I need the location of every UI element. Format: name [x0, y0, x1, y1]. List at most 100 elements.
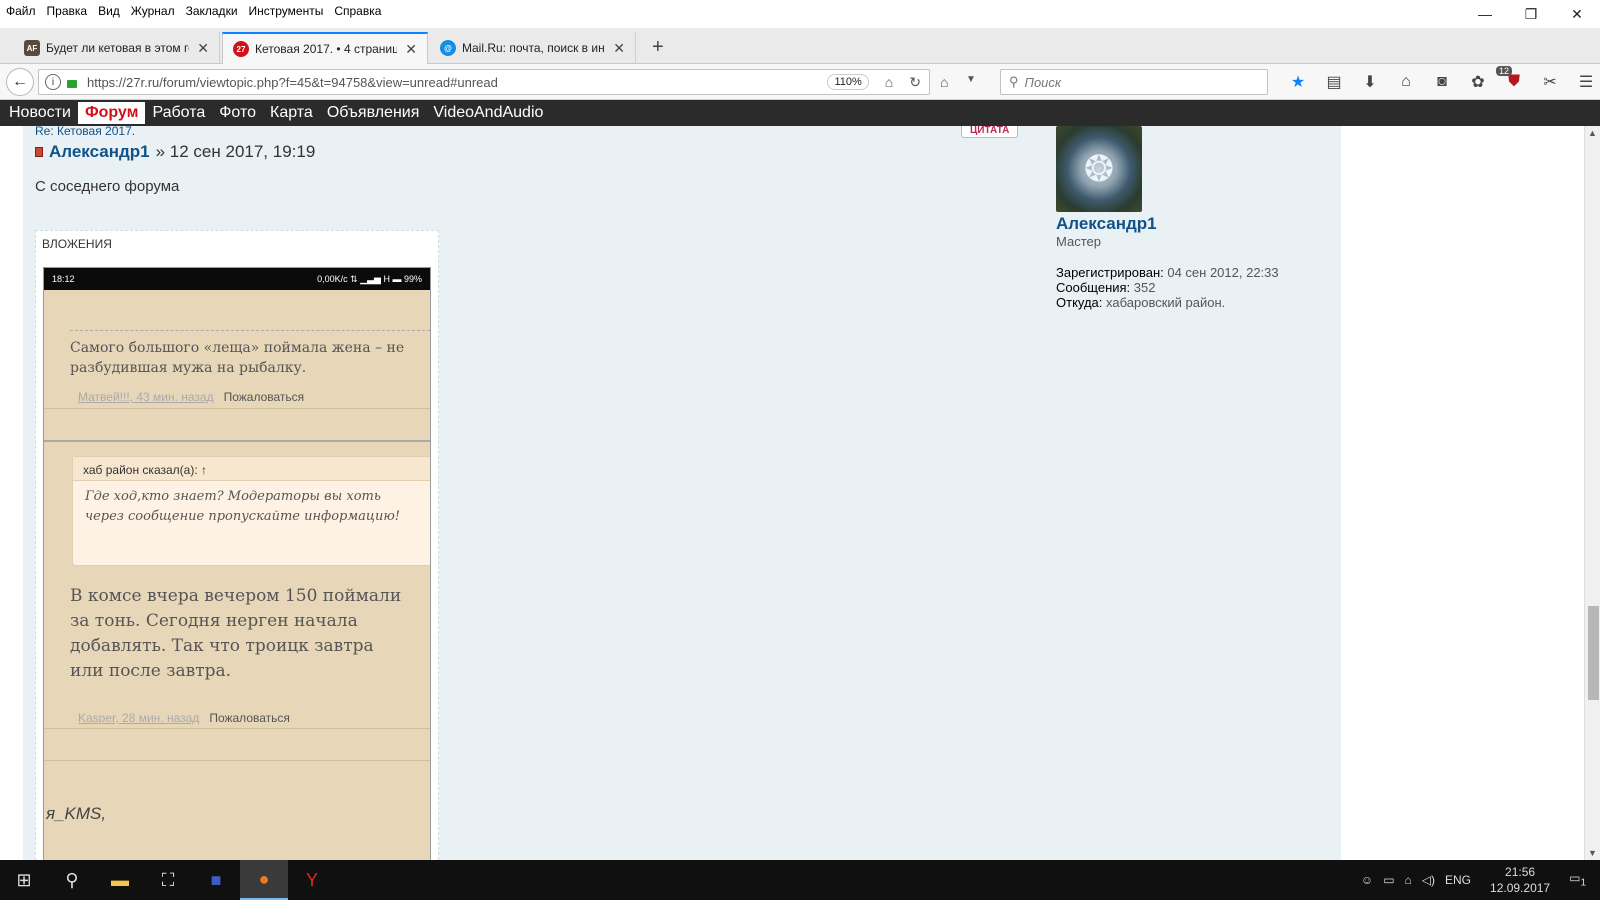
menu-file[interactable]: Файл [0, 4, 41, 18]
tray-app-icon[interactable]: ☺ [1361, 873, 1373, 887]
phone-status-icons: 0,00K/c ⇅ ▁▃▅ H ▬ 99% [317, 273, 422, 284]
yandex-browser-icon[interactable]: Y [288, 860, 336, 900]
close-icon[interactable]: ✕ [1554, 0, 1600, 28]
tab-title: Будет ли кетовая в этом год [46, 41, 190, 55]
attached-screenshot[interactable]: 18:12 0,00K/c ⇅ ▁▃▅ H ▬ 99% Самого больш… [43, 267, 431, 860]
url-text[interactable]: https://27r.ru/forum/viewtopic.php?f=45&… [87, 75, 827, 90]
menu-view[interactable]: Вид [92, 4, 125, 18]
divider [44, 728, 430, 729]
store-icon[interactable]: ⛶ [144, 860, 192, 900]
registered-label: Зарегистрирован: [1056, 265, 1164, 280]
battery-icon[interactable]: ▭ [1383, 873, 1394, 887]
taskbar: ⊞ ⚲ ▬ ⛶ ■ ● Y ☺ ▭ ⌂ ◁) ENG 21:56 12.09.2… [0, 860, 1600, 900]
back-arrow-icon[interactable]: ← [6, 68, 34, 96]
menu-edit[interactable]: Правка [41, 4, 93, 18]
divider [44, 760, 430, 761]
zoom-level[interactable]: 110% [827, 74, 869, 90]
nav-map[interactable]: Карта [263, 102, 320, 124]
search-placeholder: Поиск [1024, 74, 1062, 90]
phone-time: 18:12 [52, 274, 75, 284]
tab-ketovaya-question[interactable]: AF Будет ли кетовая в этом год ✕ [14, 32, 220, 64]
maximize-icon[interactable]: ❐ [1508, 0, 1554, 28]
registered-value: 04 сен 2012, 22:33 [1167, 265, 1279, 280]
windows-start-icon[interactable]: ⊞ [0, 860, 48, 900]
menu-bookmarks[interactable]: Закладки [180, 4, 243, 18]
search-icon: ⚲ [1009, 74, 1019, 89]
clock[interactable]: 21:56 12.09.2017 [1490, 864, 1550, 896]
post-icon[interactable] [35, 147, 43, 157]
reader-view-icon[interactable]: ⌂ [885, 74, 893, 90]
tab-close-icon[interactable]: ✕ [613, 40, 625, 57]
tab-close-icon[interactable]: ✕ [405, 41, 417, 58]
divider [44, 440, 430, 442]
avatar-emblem-icon: ❂ [1083, 148, 1115, 189]
firefox-icon[interactable]: ● [240, 860, 288, 900]
network-icon[interactable]: ⌂ [1405, 873, 1412, 887]
lock-icon [67, 80, 77, 88]
system-tray: ☺ ▭ ⌂ ◁) ENG 21:56 12.09.2017 ▭1 [1356, 860, 1600, 900]
report-link: Пожаловаться [209, 711, 290, 725]
floppy-app-icon[interactable]: ■ [192, 860, 240, 900]
clock-time: 21:56 [1505, 865, 1536, 879]
profile-name[interactable]: Александр1 [1056, 214, 1336, 234]
tab-strip: AF Будет ли кетовая в этом год ✕ 27 Кето… [0, 28, 1600, 64]
menu-help[interactable]: Справка [328, 4, 386, 18]
tab-title: Mail.Ru: почта, поиск в инт [462, 41, 606, 55]
avatar[interactable]: ❂ [1056, 126, 1142, 212]
file-explorer-icon[interactable]: ▬ [96, 860, 144, 900]
hamburger-menu-icon[interactable]: ☰ [1568, 70, 1600, 94]
nav-news[interactable]: Новости [2, 102, 78, 124]
notification-icon[interactable]: ▭1 [1569, 871, 1586, 888]
post-author[interactable]: Александр1 [49, 142, 150, 162]
nav-ads[interactable]: Объявления [320, 102, 427, 124]
menu-history[interactable]: Журнал [125, 4, 180, 18]
new-tab-icon[interactable]: + [652, 36, 664, 59]
post-text: С соседнего форума [35, 178, 180, 195]
search-input[interactable]: ⚲ Поиск [1000, 69, 1268, 95]
author-profile: ❂ Александр1 Мастер Зарегистрирован: 04 … [1056, 126, 1336, 310]
navigation-toolbar: ← i https://27r.ru/forum/viewtopic.php?f… [0, 64, 1600, 100]
post-date: » 12 сен 2017, 19:19 [155, 142, 316, 161]
quote-button[interactable]: ЦИТАТА [961, 126, 1019, 138]
tab-mailru[interactable]: @ Mail.Ru: почта, поиск в инт ✕ [430, 32, 636, 64]
volume-icon[interactable]: ◁) [1422, 873, 1435, 887]
address-bar[interactable]: i https://27r.ru/forum/viewtopic.php?f=4… [38, 69, 930, 95]
attachments-label: Вложения [42, 237, 112, 251]
reload-icon[interactable]: ↻ [909, 74, 921, 91]
home-icon[interactable]: ⌂ [940, 74, 948, 90]
nav-photo[interactable]: Фото [212, 102, 263, 124]
pocket-icon[interactable]: ◙ [1424, 70, 1460, 94]
post-subject[interactable]: Re: Кетовая 2017. [35, 126, 135, 138]
nav-video-audio[interactable]: VideoAndAudio [426, 102, 550, 124]
site-nav: Новости Форум Работа Фото Карта Объявлен… [0, 100, 1600, 126]
report-link: Пожаловаться [223, 390, 305, 404]
search-icon[interactable]: ⚲ [48, 860, 96, 900]
scroll-down-icon[interactable]: ▼ [1588, 848, 1597, 858]
scroll-up-icon[interactable]: ▲ [1588, 128, 1597, 138]
home-icon[interactable]: ⌂ [1388, 70, 1424, 94]
tab-favicon-icon: @ [440, 40, 456, 56]
attachments-box: Вложения 18:12 0,00K/c ⇅ ▁▃▅ H ▬ 99% Сам… [35, 230, 439, 860]
toolbar-icons: ★ ▤ ⬇ ⌂ ◙ ✿ ⛊ ✂ ☰ [1280, 70, 1600, 94]
scrollbar[interactable]: ▲ ▼ [1584, 126, 1600, 860]
bookmark-star-icon[interactable]: ★ [1280, 70, 1316, 94]
reply-meta: Kasper, 28 мин. назад Пожаловаться [78, 711, 290, 725]
nav-jobs[interactable]: Работа [145, 102, 212, 124]
download-icon[interactable]: ⬇ [1352, 70, 1388, 94]
tab-close-icon[interactable]: ✕ [197, 40, 209, 57]
nav-forum[interactable]: Форум [77, 102, 146, 124]
extension-icon[interactable]: ✿ [1460, 70, 1496, 94]
tools-icon[interactable]: ✂ [1532, 70, 1568, 94]
phone-status-bar: 18:12 0,00K/c ⇅ ▁▃▅ H ▬ 99% [44, 268, 430, 290]
tab-ketovaya-2017[interactable]: 27 Кетовая 2017. • 4 страница ✕ [222, 32, 428, 64]
dropdown-icon[interactable]: ▼ [966, 74, 976, 85]
scrollbar-thumb[interactable] [1588, 606, 1599, 700]
window-controls: — ❐ ✕ [1462, 0, 1600, 28]
bookmarks-list-icon[interactable]: ▤ [1316, 70, 1352, 94]
info-icon[interactable]: i [45, 74, 61, 90]
menu-tools[interactable]: Инструменты [243, 4, 329, 18]
post-author-line: Александр1 » 12 сен 2017, 19:19 [35, 142, 315, 162]
posts-value: 352 [1133, 280, 1156, 295]
minimize-icon[interactable]: — [1462, 0, 1508, 28]
language-indicator[interactable]: ENG [1445, 873, 1471, 887]
